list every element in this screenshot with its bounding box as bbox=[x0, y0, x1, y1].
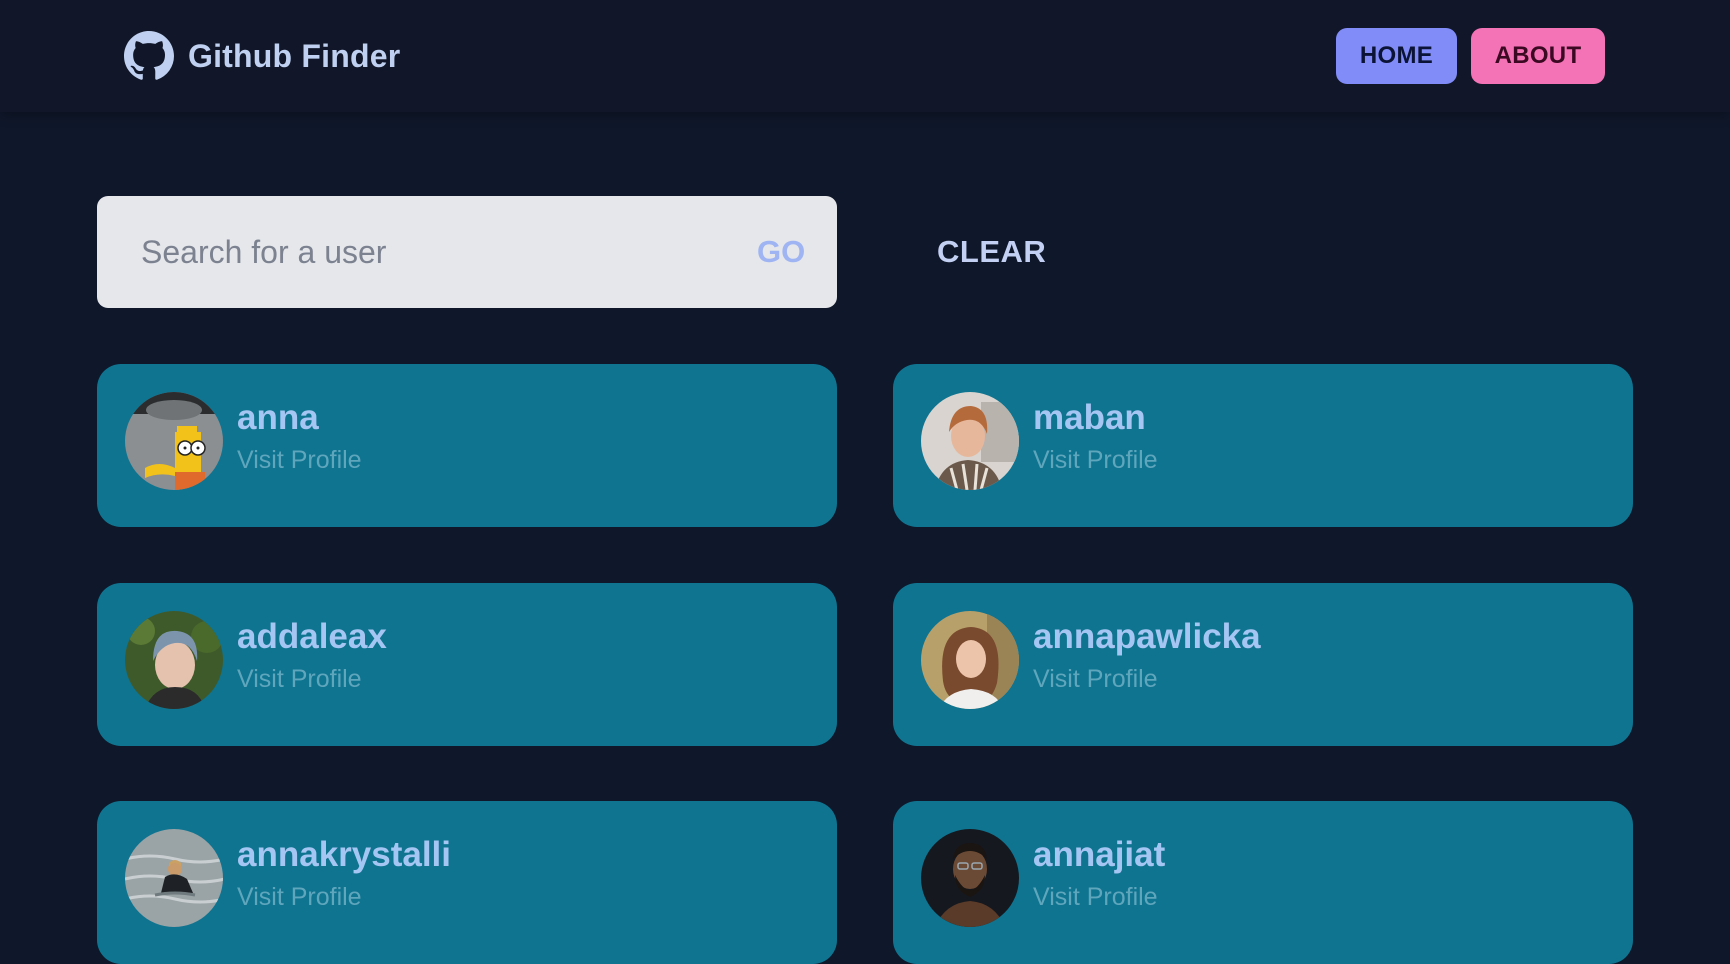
visit-profile-link[interactable]: Visit Profile bbox=[1033, 446, 1158, 475]
about-button[interactable]: ABOUT bbox=[1471, 28, 1605, 84]
user-login: addaleax bbox=[237, 617, 387, 656]
visit-profile-link[interactable]: Visit Profile bbox=[237, 446, 362, 475]
user-login: annajiat bbox=[1033, 835, 1166, 874]
user-card[interactable]: addaleax Visit Profile bbox=[97, 583, 837, 746]
visit-profile-link[interactable]: Visit Profile bbox=[237, 665, 362, 694]
visit-profile-link[interactable]: Visit Profile bbox=[1033, 665, 1158, 694]
bart-simpson-avatar bbox=[125, 392, 223, 490]
search-form: GO bbox=[97, 196, 837, 308]
go-button[interactable]: GO bbox=[757, 196, 857, 308]
clear-button[interactable]: CLEAR bbox=[937, 196, 1046, 308]
user-card[interactable]: maban Visit Profile bbox=[893, 364, 1633, 527]
home-button[interactable]: HOME bbox=[1336, 28, 1457, 84]
visit-profile-link[interactable]: Visit Profile bbox=[1033, 883, 1158, 912]
person-in-water-avatar bbox=[125, 829, 223, 927]
person-avatar bbox=[921, 392, 1019, 490]
person-avatar bbox=[921, 611, 1019, 709]
person-avatar bbox=[125, 611, 223, 709]
visit-profile-link[interactable]: Visit Profile bbox=[237, 883, 362, 912]
user-login: annakrystalli bbox=[237, 835, 451, 874]
user-card[interactable]: annapawlicka Visit Profile bbox=[893, 583, 1633, 746]
user-login: anna bbox=[237, 398, 319, 437]
user-login: maban bbox=[1033, 398, 1146, 437]
navbar: Github Finder HOME ABOUT bbox=[0, 0, 1730, 112]
user-login: annapawlicka bbox=[1033, 617, 1261, 656]
user-card[interactable]: anna Visit Profile bbox=[97, 364, 837, 527]
github-icon bbox=[124, 31, 174, 81]
person-avatar bbox=[921, 829, 1019, 927]
search-input[interactable] bbox=[97, 196, 697, 308]
brand-link[interactable]: Github Finder bbox=[124, 30, 400, 82]
app-title: Github Finder bbox=[188, 37, 401, 74]
